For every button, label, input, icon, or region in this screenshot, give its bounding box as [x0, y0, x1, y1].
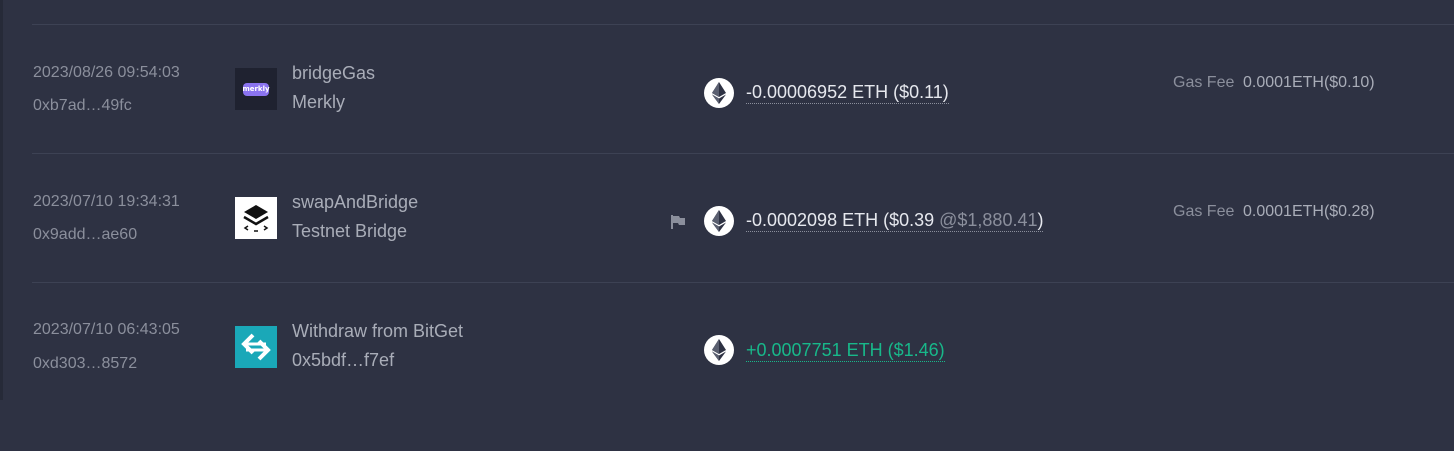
transaction-row: 2023/07/10 19:34:31 0x9add…ae60 swapAndB…: [0, 154, 1454, 282]
gas-fee-label: Gas Fee: [1173, 74, 1235, 91]
ethereum-icon: [704, 78, 734, 108]
transaction-row: 2023/07/10 06:43:05 0xd303…8572 Withdraw…: [0, 283, 1454, 411]
amount-value: -0.0002098 ETH ($0.39: [746, 210, 940, 230]
tx-method: bridgeGas: [292, 63, 376, 83]
tx-time: 2023/07/10 06:43:05: [33, 321, 180, 338]
tx-hash-link[interactable]: 0xd303…8572: [33, 355, 137, 373]
tx-from-address-link[interactable]: 0x5bdf…f7ef: [292, 350, 394, 371]
transaction-history: 2023/08/26 09:54:03 0xb7ad…49fc merkly b…: [0, 0, 1454, 451]
tx-hash-link[interactable]: 0xb7ad…49fc: [33, 97, 132, 115]
transaction-row: 2023/08/26 09:54:03 0xb7ad…49fc merkly b…: [0, 25, 1454, 153]
ethereum-icon: [704, 335, 734, 365]
amount-value: +0.0007751 ETH ($1.46): [746, 340, 945, 360]
tx-project: Merkly: [292, 92, 345, 112]
merkly-logo-text: merkly: [242, 82, 270, 96]
tx-amount[interactable]: -0.00006952 ETH ($0.11): [746, 81, 949, 104]
bitget-logo-icon: [235, 326, 277, 368]
tx-time: 2023/08/26 09:54:03: [33, 64, 180, 81]
amount-suffix: ): [1037, 210, 1044, 230]
ethereum-icon: [704, 206, 734, 236]
merkly-logo-icon: merkly: [235, 68, 277, 110]
tx-method: Withdraw from BitGet: [292, 321, 464, 341]
amount-price: @$1,880.41: [939, 210, 1038, 230]
testnet-bridge-logo-icon: [235, 197, 277, 239]
gas-fee-value: 0.0001ETH($0.28): [1243, 203, 1375, 220]
gas-fee-value: 0.0001ETH($0.10): [1243, 74, 1375, 91]
gas-fee-label: Gas Fee: [1173, 203, 1235, 220]
tx-time: 2023/07/10 19:34:31: [33, 193, 180, 210]
tx-hash-link[interactable]: 0x9add…ae60: [33, 226, 137, 244]
tx-amount[interactable]: -0.0002098 ETH ($0.39 @$1,880.41): [746, 209, 1044, 232]
tx-project: Testnet Bridge: [292, 221, 408, 241]
tx-method: swapAndBridge: [292, 192, 419, 212]
flag-icon[interactable]: [670, 214, 686, 230]
tx-amount[interactable]: +0.0007751 ETH ($1.46): [746, 339, 945, 362]
amount-value: -0.00006952 ETH ($0.11): [746, 82, 949, 102]
